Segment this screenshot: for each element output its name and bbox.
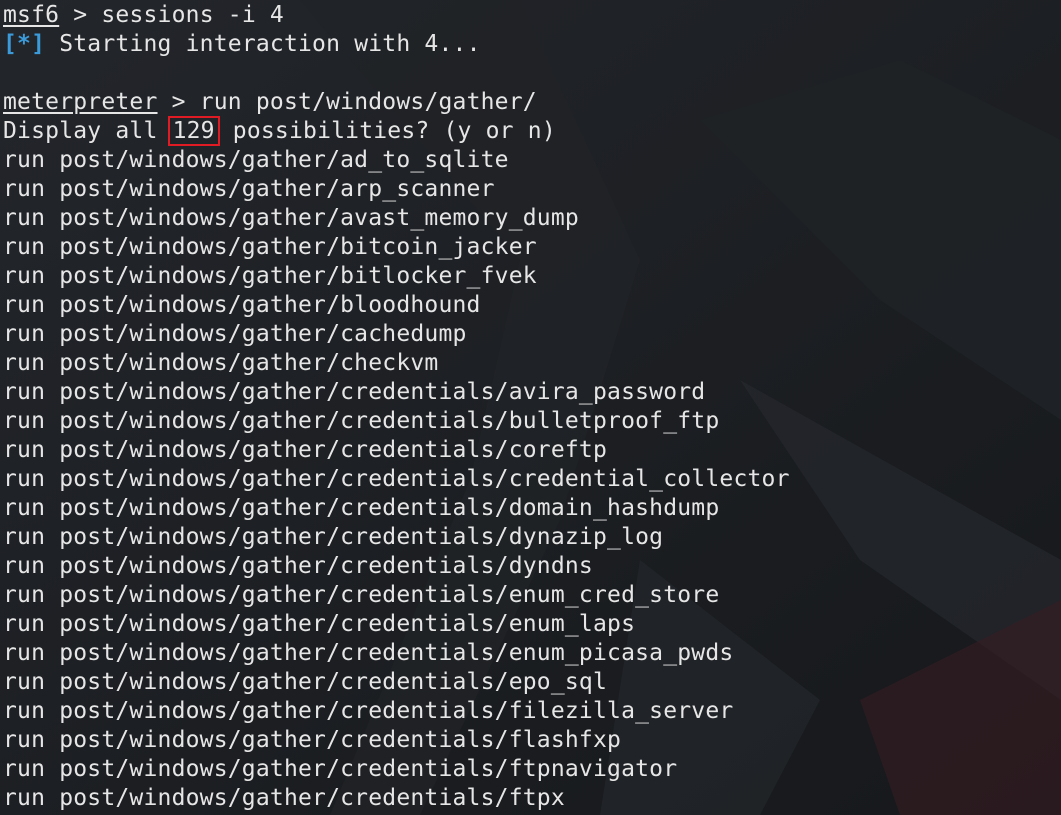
result-line: run post/windows/gather/credentials/dyna… <box>3 524 664 550</box>
result-line: run post/windows/gather/credentials/file… <box>3 698 734 724</box>
result-line: run post/windows/gather/ad_to_sqlite <box>3 147 509 173</box>
result-line: run post/windows/gather/avast_memory_dum… <box>3 205 579 231</box>
sessions-command-line: msf6 > sessions -i 4 <box>3 1 1061 30</box>
info-marker: [*] <box>3 31 46 57</box>
result-line: run post/windows/gather/credentials/enum… <box>3 640 734 666</box>
result-line: run post/windows/gather/arp_scanner <box>3 176 495 202</box>
possibilities-count-highlight: 129 <box>167 116 220 146</box>
result-line: run post/windows/gather/credentials/ftpn… <box>3 756 678 782</box>
result-line: run post/windows/gather/cachedump <box>3 321 467 347</box>
result-line: run post/windows/gather/credentials/doma… <box>3 495 720 521</box>
result-line: run post/windows/gather/credentials/cred… <box>3 466 790 492</box>
prompt-separator: > <box>59 2 102 28</box>
result-line: run post/windows/gather/bitcoin_jacker <box>3 234 537 260</box>
prompt-separator: > <box>157 89 200 115</box>
result-line: run post/windows/gather/credentials/enum… <box>3 611 636 637</box>
result-line: run post/windows/gather/credentials/ftpx <box>3 785 565 811</box>
display-all-line: Display all 129 possibilities? (y or n) <box>3 116 1061 146</box>
result-line: run post/windows/gather/credentials/flas… <box>3 727 622 753</box>
result-line: run post/windows/gather/credentials/enum… <box>3 582 720 608</box>
run-command: run post/windows/gather/ <box>199 89 537 115</box>
result-line: run post/windows/gather/credentials/epo_… <box>3 669 608 695</box>
display-text-before: Display all <box>3 118 172 144</box>
msf-prompt: msf6 <box>3 2 60 28</box>
result-line: run post/windows/gather/bloodhound <box>3 292 481 318</box>
result-line: run post/windows/gather/credentials/dynd… <box>3 553 593 579</box>
results-list: run post/windows/gather/ad_to_sqlite run… <box>3 146 1061 813</box>
result-line: run post/windows/gather/credentials/bull… <box>3 408 720 434</box>
display-text-after: possibilities? (y or n) <box>218 118 556 144</box>
sessions-command: sessions -i 4 <box>101 2 284 28</box>
meterpreter-prompt: meterpreter <box>3 89 158 115</box>
result-line: run post/windows/gather/credentials/avir… <box>3 379 706 405</box>
status-line: [*] Starting interaction with 4... <box>3 30 1061 59</box>
run-command-line: meterpreter > run post/windows/gather/ <box>3 88 1061 117</box>
result-line: run post/windows/gather/bitlocker_fvek <box>3 263 537 289</box>
status-text: Starting interaction with 4... <box>45 31 481 57</box>
result-line: run post/windows/gather/checkvm <box>3 350 439 376</box>
result-line: run post/windows/gather/credentials/core… <box>3 437 608 463</box>
terminal-output[interactable]: msf6 > sessions -i 4 [*] Starting intera… <box>0 0 1061 815</box>
